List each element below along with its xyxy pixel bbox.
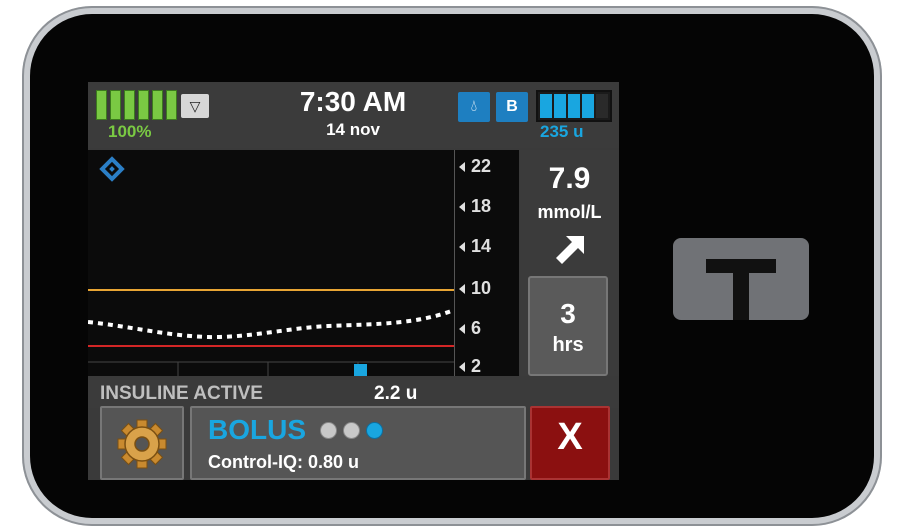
pump-screen: 100% ▽ 7:30 AM 14 nov 💧︎ B 235 u 22 18 1… bbox=[88, 82, 619, 480]
close-icon: X bbox=[557, 416, 583, 458]
active-insulin-label: INSULINE ACTIVE bbox=[100, 383, 263, 404]
insulin-units: 235 u bbox=[540, 122, 584, 141]
glucose-value: 7.9 bbox=[548, 162, 591, 195]
graph-y-axis: 22 18 14 10 6 2 bbox=[454, 150, 519, 376]
bolus-button[interactable]: BOLUS Control-IQ: 0.80 u bbox=[190, 406, 526, 480]
timeframe-label: hrs bbox=[552, 334, 584, 356]
y-tick: 22 bbox=[459, 156, 491, 176]
active-insulin-value: 2.2 u bbox=[374, 383, 418, 404]
battery-icon bbox=[96, 90, 177, 120]
cgm-graph[interactable] bbox=[88, 150, 454, 376]
settings-button[interactable] bbox=[100, 406, 184, 480]
bolus-label: BOLUS bbox=[208, 414, 306, 445]
cgm-diamond-icon bbox=[99, 156, 125, 182]
brand-logo bbox=[673, 238, 809, 320]
active-insulin-bar: INSULINE ACTIVE 2.2 u bbox=[88, 380, 619, 408]
antenna-icon: ▽ bbox=[181, 94, 209, 118]
timeframe-button[interactable]: 3 hrs bbox=[528, 276, 608, 376]
progress-dot bbox=[366, 422, 383, 439]
insulin-reservoir-icon bbox=[536, 90, 612, 122]
y-tick: 6 bbox=[459, 318, 481, 338]
clock-date: 14 nov bbox=[326, 120, 380, 139]
bolus-progress-dots bbox=[320, 422, 383, 439]
mode-badge: B bbox=[496, 92, 528, 122]
y-tick: 2 bbox=[459, 356, 481, 376]
timeline-marker bbox=[354, 364, 367, 376]
cgm-trace bbox=[88, 308, 454, 340]
gear-icon bbox=[117, 419, 167, 469]
droplet-icon: 💧︎ bbox=[458, 92, 490, 122]
y-tick: 18 bbox=[459, 196, 491, 216]
cancel-button[interactable]: X bbox=[530, 406, 610, 480]
status-bar: 100% ▽ 7:30 AM 14 nov 💧︎ B 235 u bbox=[88, 82, 619, 148]
battery-percent: 100% bbox=[108, 122, 152, 141]
y-tick: 14 bbox=[459, 236, 491, 256]
progress-dot bbox=[320, 422, 337, 439]
clock-time: 7:30 AM bbox=[299, 86, 407, 117]
y-tick: 10 bbox=[459, 278, 491, 298]
progress-dot bbox=[343, 422, 360, 439]
arrow-up-right-icon bbox=[556, 236, 584, 264]
control-iq-text: Control-IQ: 0.80 u bbox=[208, 452, 360, 472]
timeframe-hours: 3 bbox=[560, 298, 576, 329]
glucose-unit: mmol/L bbox=[537, 202, 602, 222]
